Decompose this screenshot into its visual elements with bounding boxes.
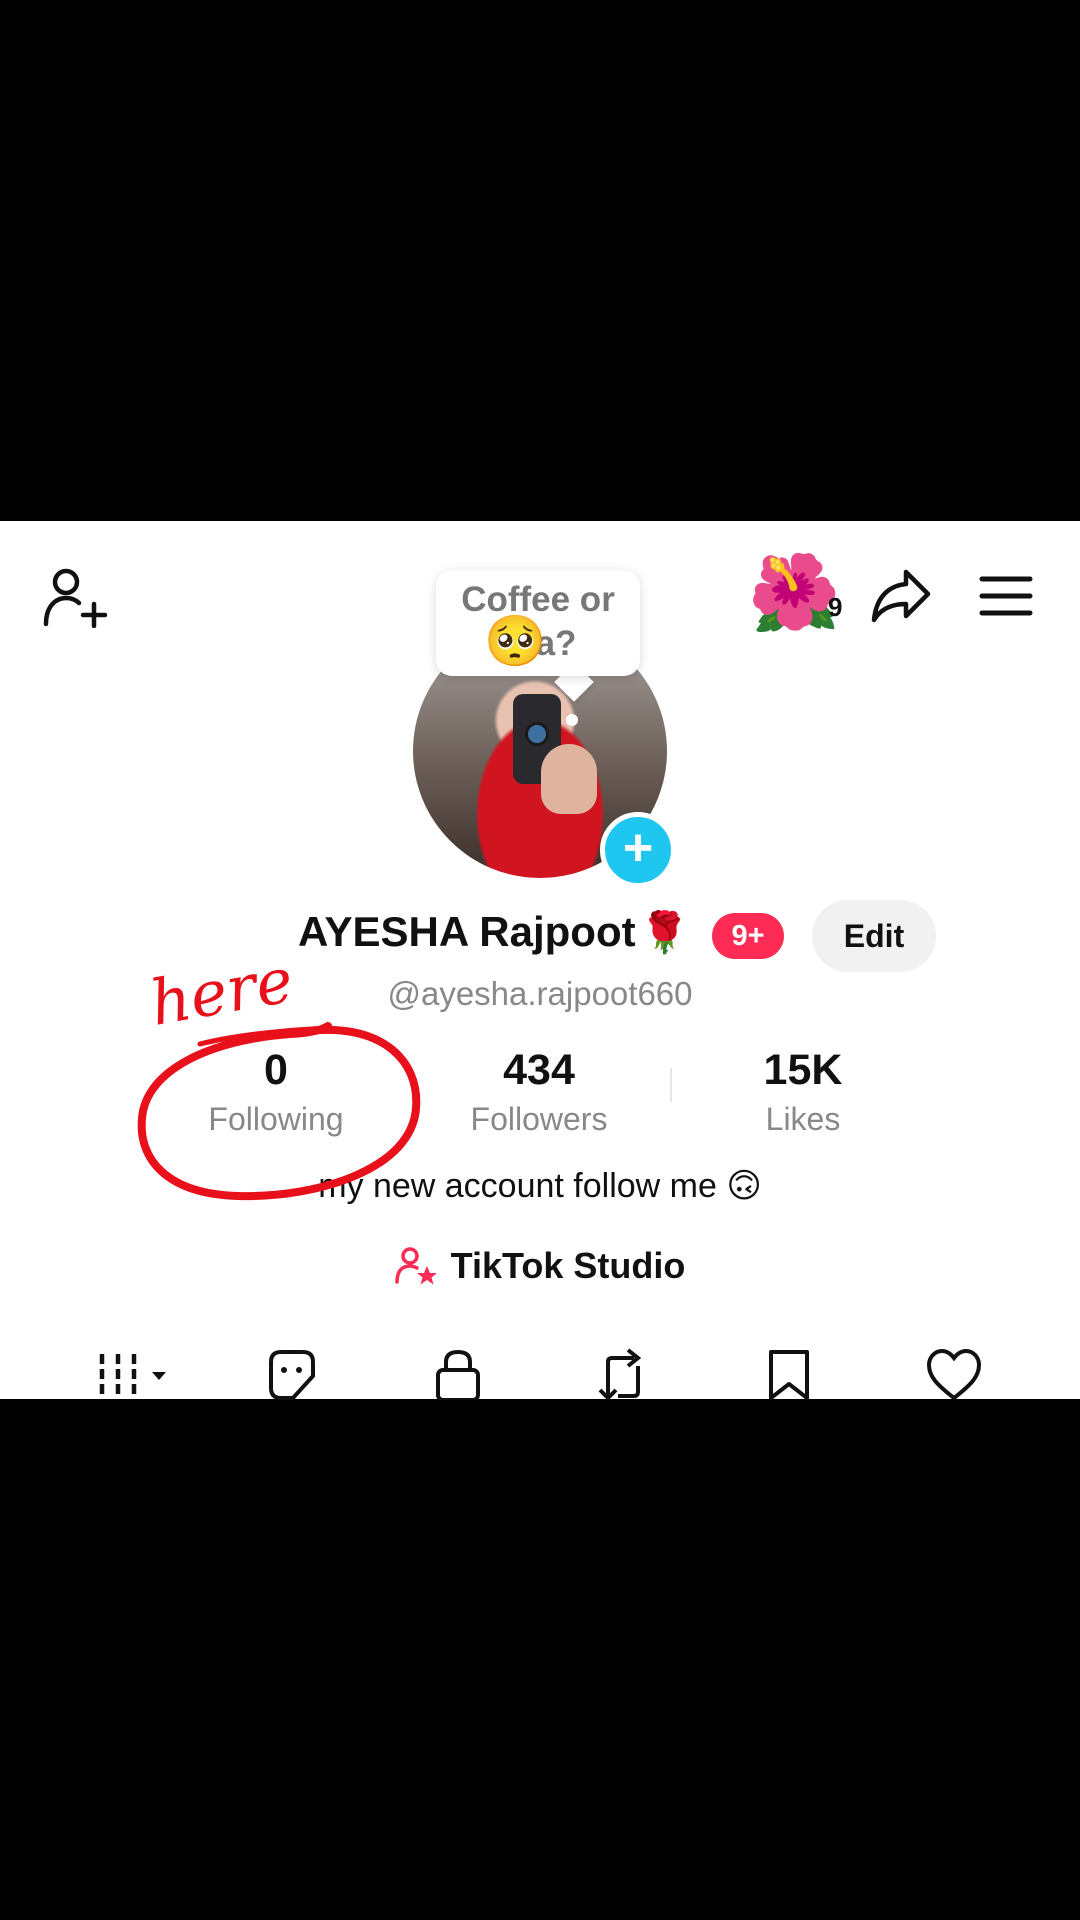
tab-private[interactable] xyxy=(428,1348,488,1400)
likes-label: Likes xyxy=(765,1101,841,1137)
heart-icon xyxy=(926,1348,982,1400)
videos-grid-icon xyxy=(99,1354,166,1398)
share-button[interactable] xyxy=(868,566,934,626)
note-dot xyxy=(566,714,578,726)
following-count: 0 xyxy=(264,1046,288,1094)
flower-count: 9 xyxy=(828,592,843,622)
camera-lens xyxy=(525,722,549,746)
lock-icon xyxy=(436,1349,480,1400)
repost-icon xyxy=(598,1348,642,1400)
edit-profile-button[interactable]: Edit xyxy=(812,900,936,972)
add-story-button[interactable]: + xyxy=(600,812,676,888)
tab-stickers[interactable] xyxy=(262,1348,322,1400)
tab-favorites[interactable] xyxy=(762,1348,816,1400)
share-arrow-icon xyxy=(871,569,931,623)
tab-liked[interactable] xyxy=(924,1348,984,1400)
bio-text: my new account follow me 🙃 xyxy=(318,1167,762,1205)
likes-count: 15K xyxy=(763,1046,843,1094)
followers-count: 434 xyxy=(503,1046,575,1094)
add-friend-button[interactable] xyxy=(40,565,110,629)
hamburger-menu-icon xyxy=(979,576,1033,616)
stat-followers[interactable]: 434 Followers xyxy=(429,1046,649,1138)
display-name-text: AYESHA Rajpoot xyxy=(298,908,636,955)
tiktok-studio-label: TikTok Studio xyxy=(450,1245,686,1286)
sticker-icon xyxy=(269,1350,315,1400)
rose-emoji: 🌹 xyxy=(639,911,690,955)
tab-reposts[interactable] xyxy=(592,1348,654,1400)
bookmark-icon xyxy=(769,1350,809,1400)
stat-following[interactable]: 0 Following xyxy=(166,1046,386,1138)
stat-likes[interactable]: 15K Likes xyxy=(693,1046,913,1138)
followers-label: Followers xyxy=(470,1101,608,1137)
flower-emoji[interactable]: 🌺 xyxy=(748,553,840,633)
following-label: Following xyxy=(208,1101,344,1137)
stat-divider xyxy=(670,1068,672,1102)
person-star-icon xyxy=(394,1247,437,1285)
profile-tabs xyxy=(0,1348,1080,1400)
tiktok-studio-button[interactable]: TikTok Studio xyxy=(0,1245,1080,1287)
notification-badge[interactable]: 9+ xyxy=(712,913,784,959)
note-emoji: 🥺 xyxy=(484,613,547,669)
person-plus-icon xyxy=(43,568,108,628)
tab-videos[interactable] xyxy=(94,1348,174,1400)
hand-in-photo xyxy=(541,744,597,814)
menu-button[interactable] xyxy=(978,572,1034,620)
display-name: AYESHA Rajpoot 🌹 xyxy=(298,908,689,956)
